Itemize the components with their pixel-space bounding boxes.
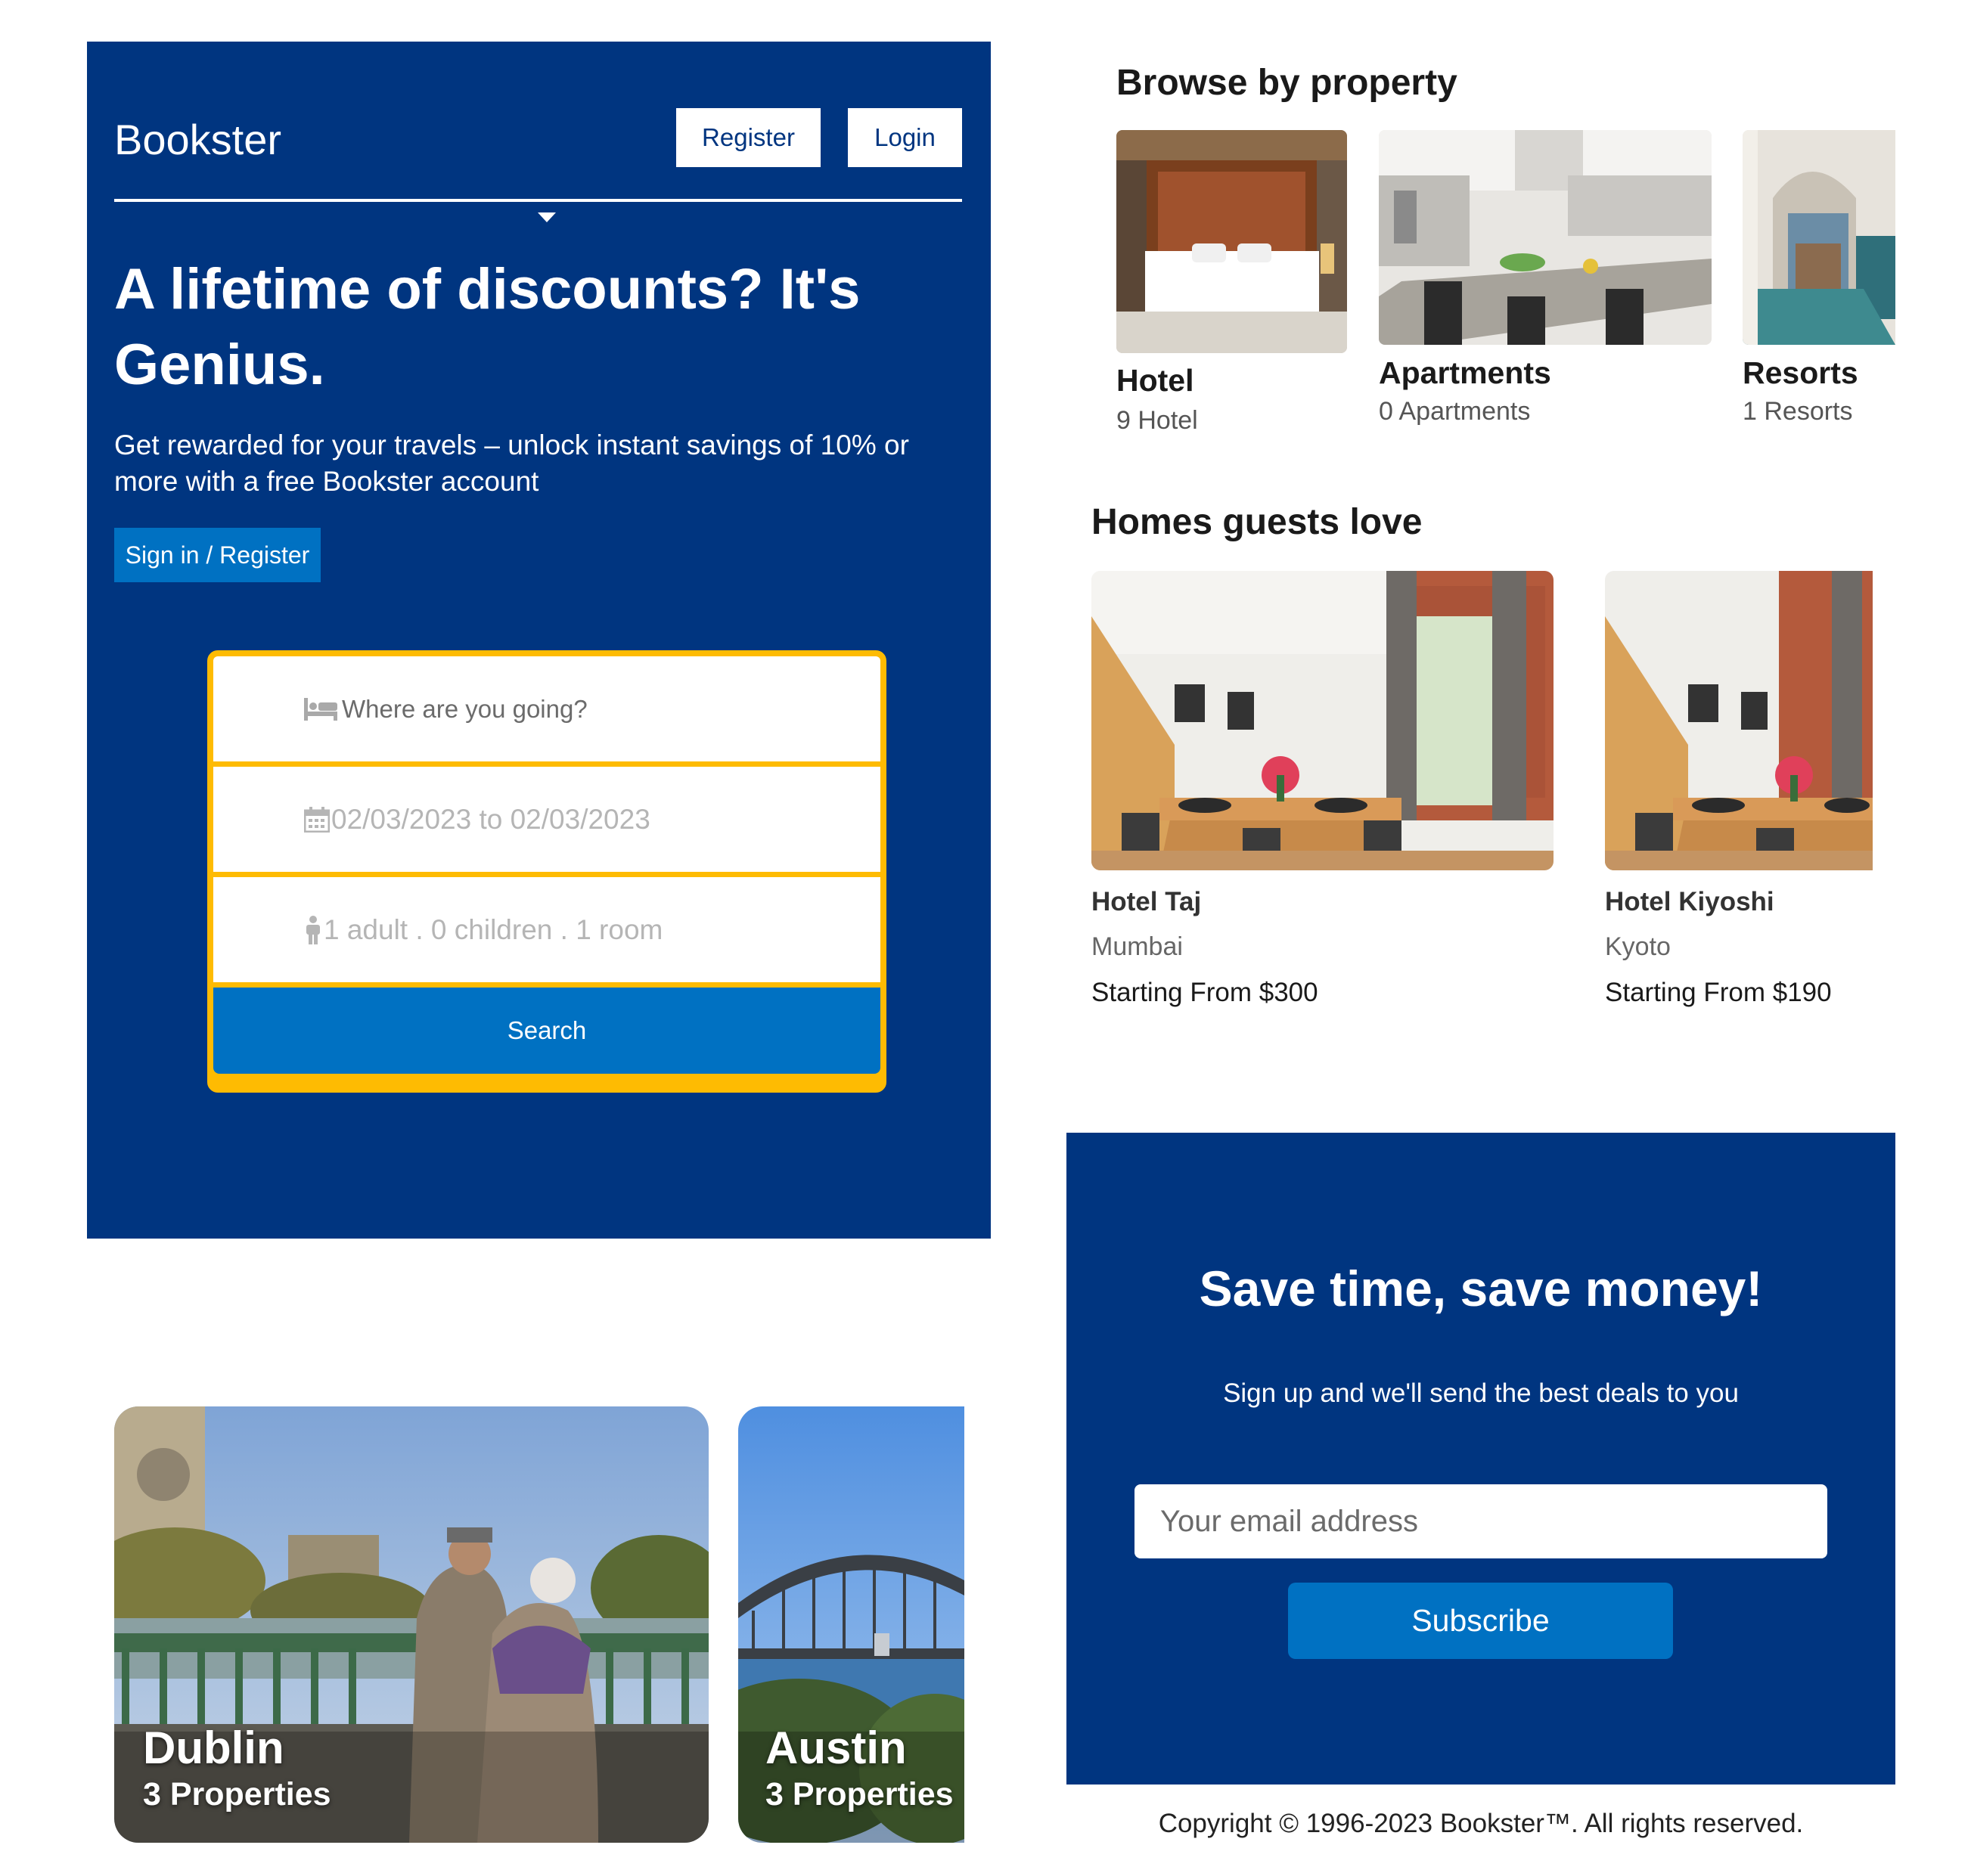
property-count: 1 Resorts <box>1743 397 1853 426</box>
guests-value: 1 adult . 0 children . 1 room <box>324 913 663 945</box>
guests-field[interactable]: 1 adult . 0 children . 1 room <box>213 877 880 982</box>
property-name[interactable]: Apartments <box>1379 355 1551 391</box>
login-button[interactable]: Login <box>848 108 962 167</box>
calendar-icon <box>304 806 330 833</box>
brand-logo[interactable]: Bookster <box>114 115 281 164</box>
browse-by-property-title: Browse by property <box>1116 63 1457 103</box>
newsletter-subtitle: Sign up and we'll send the best deals to… <box>1223 1378 1739 1408</box>
city-card[interactable]: Dublin 3 Properties <box>114 1406 709 1843</box>
property-name[interactable]: Hotel <box>1116 363 1194 398</box>
hotel-price: Starting From $190 <box>1605 978 1832 1007</box>
hotel-city: Kyoto <box>1605 932 1671 961</box>
subscribe-button[interactable]: Subscribe <box>1288 1583 1673 1659</box>
property-count: 0 Apartments <box>1379 397 1531 426</box>
newsletter-title: Save time, save money! <box>1199 1260 1763 1316</box>
footer-copyright: Copyright © 1996-2023 Bookster™. All rig… <box>1158 1809 1804 1838</box>
city-name: Dublin <box>143 1723 284 1773</box>
hero-title: A lifetime of discounts? It's Genius. <box>114 257 861 397</box>
city-card[interactable]: Austin 3 Properties <box>738 1406 964 1843</box>
city-properties: 3 Properties <box>765 1776 954 1812</box>
date-field[interactable]: 02/03/2023 to 02/03/2023 <box>213 767 880 872</box>
bed-icon <box>304 697 337 721</box>
search-button[interactable]: Search <box>213 988 880 1074</box>
signin-register-button[interactable]: Sign in / Register <box>114 528 321 582</box>
register-button[interactable]: Register <box>676 108 821 167</box>
hotel-image[interactable] <box>1605 571 1873 870</box>
homes-guests-love-title: Homes guests love <box>1091 502 1423 542</box>
hotel-name[interactable]: Hotel Taj <box>1091 887 1201 917</box>
date-range-value: 02/03/2023 to 02/03/2023 <box>331 803 650 835</box>
property-image-apartments[interactable] <box>1379 130 1712 345</box>
search-form: Where are you going? 02/03/2023 to 02/03… <box>207 650 886 1093</box>
hotel-image[interactable] <box>1091 571 1554 870</box>
property-count: 9 Hotel <box>1116 406 1198 435</box>
property-image-hotel[interactable] <box>1116 130 1347 353</box>
property-name[interactable]: Resorts <box>1743 355 1858 391</box>
city-properties: 3 Properties <box>143 1776 331 1812</box>
caret-down-icon <box>538 212 556 222</box>
hero-panel: Bookster Register Login A lifetime of di… <box>87 42 991 1239</box>
destination-field[interactable]: Where are you going? <box>213 656 880 761</box>
destination-placeholder: Where are you going? <box>342 694 588 723</box>
city-name: Austin <box>765 1723 907 1773</box>
header-divider <box>114 199 962 202</box>
email-input[interactable] <box>1134 1484 1827 1558</box>
person-icon <box>304 915 322 944</box>
hotel-name[interactable]: Hotel Kiyoshi <box>1605 887 1774 917</box>
hotel-city: Mumbai <box>1091 932 1183 961</box>
newsletter-panel: Save time, save money! Sign up and we'll… <box>1066 1133 1895 1785</box>
property-image-resorts[interactable] <box>1743 130 1895 345</box>
hotel-price: Starting From $300 <box>1091 978 1318 1007</box>
hero-subtitle: Get rewarded for your travels – unlock i… <box>114 429 909 497</box>
